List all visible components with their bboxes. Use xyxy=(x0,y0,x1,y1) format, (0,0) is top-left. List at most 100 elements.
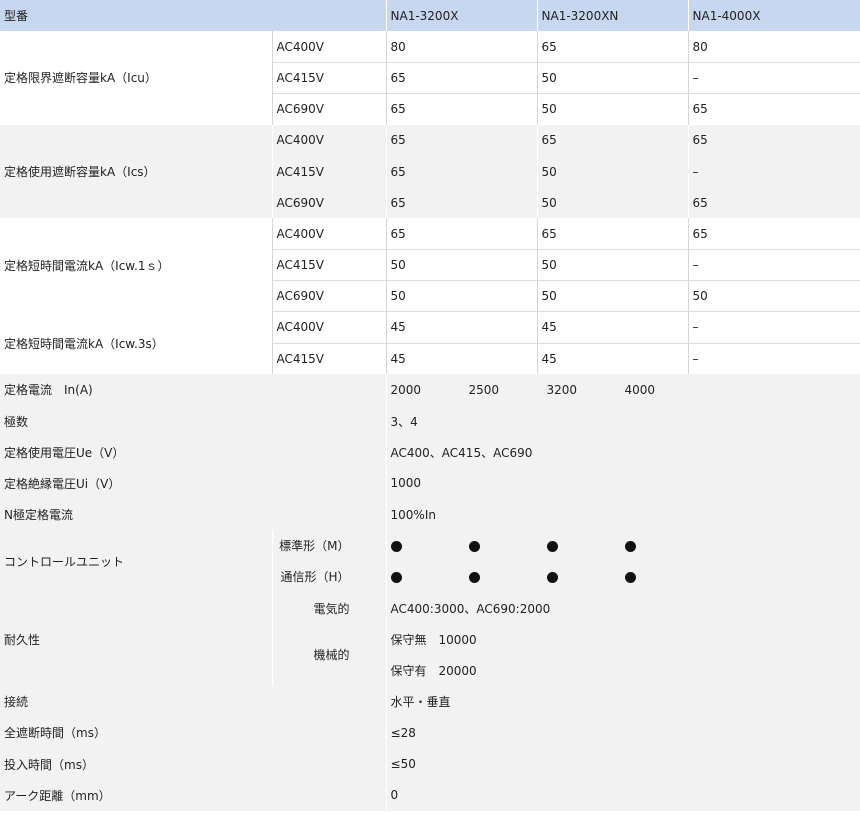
value-cell: 4000 xyxy=(624,382,656,397)
icw3-label: 定格短時間電流kA（Icw.3s） xyxy=(0,311,273,375)
voltage-cell: AC400V xyxy=(272,31,387,63)
value-cell: 50 xyxy=(537,155,689,188)
icw1-label: 定格短時間電流kA（Icw.1ｓ） xyxy=(0,218,273,312)
value-cell: 50 xyxy=(537,249,689,282)
value-cell: 65 xyxy=(386,218,538,251)
value-cell: 65 xyxy=(688,93,860,125)
value-cell: 2500 xyxy=(468,382,500,397)
voltage-cell: AC400V xyxy=(272,218,387,251)
table-row: 定格短時間電流kA（Icw.1ｓ） AC400V 65 65 65 xyxy=(0,218,860,312)
value-cell: 45 xyxy=(537,343,689,375)
control-comm-marks xyxy=(386,561,860,593)
table-row: 接続 水平・垂直 xyxy=(0,686,860,718)
table-row: 耐久性 電気的 AC400:3000、AC690:2000 xyxy=(0,592,860,687)
value-cell: 50 xyxy=(537,93,689,125)
break-time-label: 全遮断時間（ms） xyxy=(0,717,387,749)
control-standard-marks xyxy=(386,530,860,562)
control-standard-label: 標準形（M） xyxy=(272,530,387,562)
voltage-cell: AC415V xyxy=(272,343,387,375)
table-row: N極定格電流 100%In xyxy=(0,499,860,531)
value-cell: 65 xyxy=(537,218,689,251)
table-row: 定格使用電圧Ue（V） AC400、AC415、AC690 xyxy=(0,436,860,468)
value-cell: 65 xyxy=(386,155,538,188)
close-time-value: ≤50 xyxy=(386,748,860,780)
value-cell: 65 xyxy=(537,124,689,156)
value-cell: 3200 xyxy=(546,382,578,397)
voltage-cell: AC400V xyxy=(272,311,387,344)
table-row: 定格限界遮断容量kA（Icu） AC400V 80 65 80 xyxy=(0,31,860,125)
filled-dot-icon xyxy=(468,540,480,552)
n-pole-label: N極定格電流 xyxy=(0,499,387,531)
value-cell: 45 xyxy=(537,311,689,344)
value-cell: 65 xyxy=(688,124,860,156)
arc-label: アーク距離（mm） xyxy=(0,779,387,811)
value-cell: 50 xyxy=(386,280,538,313)
voltage-cell: AC415V xyxy=(272,249,387,282)
ui-label: 定格絶縁電圧Ui（V） xyxy=(0,467,387,499)
filled-dot-icon xyxy=(546,571,558,583)
voltage-cell: AC415V xyxy=(272,62,387,95)
poles-value: 3、4 xyxy=(386,405,860,437)
value-cell: – xyxy=(688,249,860,282)
voltage-cell: AC415V xyxy=(272,155,387,188)
header-label: 型番 xyxy=(0,0,387,32)
value-cell: 50 xyxy=(537,187,689,219)
voltage-cell: AC400V xyxy=(272,124,387,156)
table-row: 投入時間（ms） ≤50 xyxy=(0,748,860,780)
durability-label: 耐久性 xyxy=(0,592,273,687)
table-row: コントロールユニット 標準形（M） xyxy=(0,530,860,593)
table-row: アーク距離（mm） 0 xyxy=(0,779,860,811)
table-row: 定格使用遮断容量kA（Ics） AC400V 65 65 65 xyxy=(0,124,860,219)
rated-current-values: 2000 2500 3200 4000 xyxy=(386,374,860,406)
value-cell: 65 xyxy=(537,31,689,63)
control-label: コントロールユニット xyxy=(0,530,273,593)
value-cell: 65 xyxy=(386,124,538,156)
value-cell: 2000 xyxy=(390,382,422,397)
value-cell: 45 xyxy=(386,343,538,375)
value-cell: 80 xyxy=(386,31,538,63)
durability-mech-value: 保守有 20000 xyxy=(386,654,860,687)
break-time-value: ≤28 xyxy=(386,717,860,749)
filled-dot-icon xyxy=(390,571,402,583)
durability-electrical-value: AC400:3000、AC690:2000 xyxy=(386,592,860,624)
ics-label: 定格使用遮断容量kA（Ics） xyxy=(0,124,273,219)
value-cell: 65 xyxy=(386,93,538,125)
value-cell: – xyxy=(688,155,860,188)
value-cell: – xyxy=(688,311,860,344)
table-row: 定格短時間電流kA（Icw.3s） AC400V 45 45 – xyxy=(0,311,860,375)
value-cell: 80 xyxy=(688,31,860,63)
header-row: 型番 NA1-3200X NA1-3200XN NA1-4000X xyxy=(0,0,860,32)
filled-dot-icon xyxy=(468,571,480,583)
control-comm-label: 通信形（H） xyxy=(272,561,387,593)
filled-dot-icon xyxy=(546,540,558,552)
model-1: NA1-3200X xyxy=(386,0,538,32)
voltage-cell: AC690V xyxy=(272,187,387,219)
filled-dot-icon xyxy=(624,571,636,583)
ui-value: 1000 xyxy=(386,467,860,499)
value-cell: 65 xyxy=(386,187,538,219)
durability-electrical-label: 電気的 xyxy=(272,592,387,624)
filled-dot-icon xyxy=(624,540,636,552)
value-cell: 65 xyxy=(688,187,860,219)
n-pole-value: 100%In xyxy=(386,499,860,531)
voltage-cell: AC690V xyxy=(272,280,387,313)
icu-label: 定格限界遮断容量kA（Icu） xyxy=(0,31,273,125)
connection-value: 水平・垂直 xyxy=(386,686,860,718)
poles-label: 極数 xyxy=(0,405,387,437)
value-cell: 50 xyxy=(386,249,538,282)
spec-table: 型番 NA1-3200X NA1-3200XN NA1-4000X 定格限界遮断… xyxy=(0,0,860,811)
arc-value: 0 xyxy=(386,779,860,811)
filled-dot-icon xyxy=(390,540,402,552)
ue-value: AC400、AC415、AC690 xyxy=(386,436,860,468)
durability-mechanical-label: 機械的 xyxy=(272,623,387,687)
model-3: NA1-4000X xyxy=(688,0,860,32)
model-2: NA1-3200XN xyxy=(537,0,689,32)
close-time-label: 投入時間（ms） xyxy=(0,748,387,780)
connection-label: 接続 xyxy=(0,686,387,718)
value-cell: 45 xyxy=(386,311,538,344)
value-cell: 50 xyxy=(537,280,689,313)
value-cell: 50 xyxy=(537,62,689,95)
voltage-cell: AC690V xyxy=(272,93,387,125)
value-cell: 65 xyxy=(386,62,538,95)
value-cell: – xyxy=(688,343,860,375)
